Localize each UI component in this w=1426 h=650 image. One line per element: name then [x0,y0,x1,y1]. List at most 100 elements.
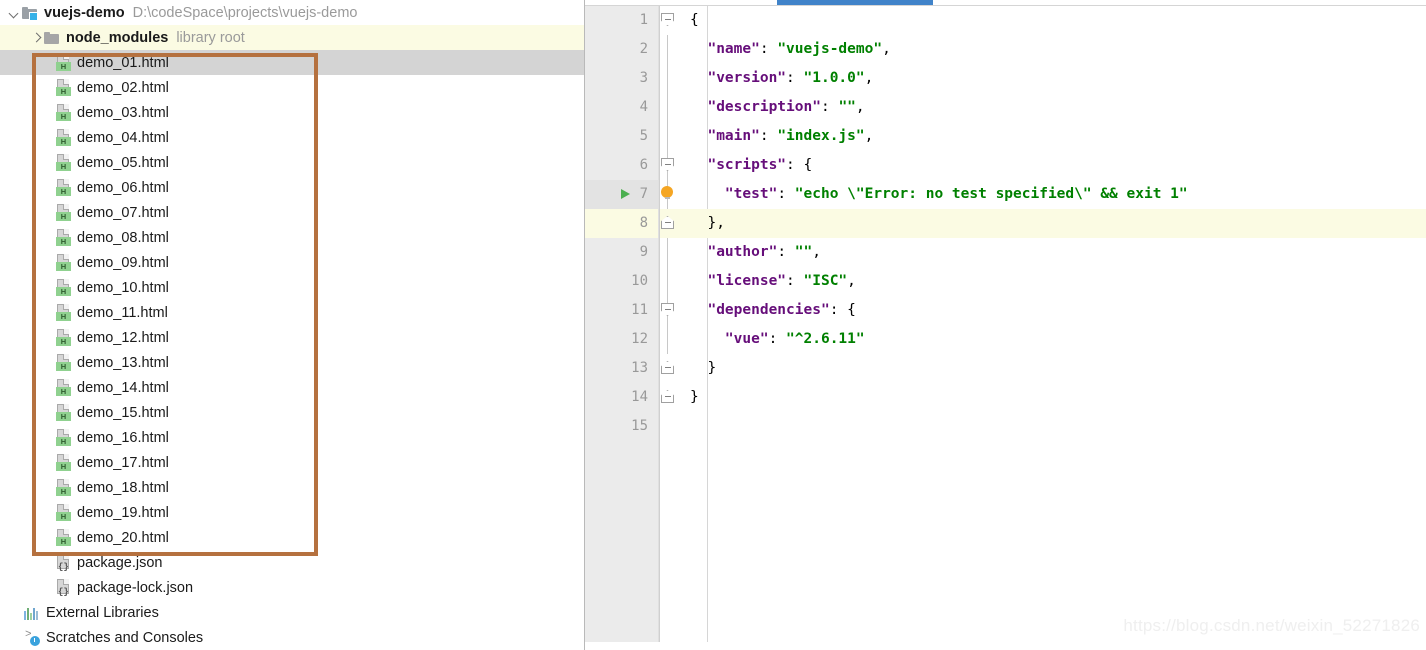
json-file-list[interactable]: {} package.json {} package-lock.json [0,550,584,600]
tree-row-file[interactable]: Hdemo_20.html [0,525,584,550]
tree-row-file[interactable]: Hdemo_11.html [0,300,584,325]
code-token: "vue" [724,331,769,347]
line-number[interactable]: 8 [585,209,658,238]
line-number[interactable]: 1 [585,6,658,35]
line-number[interactable]: 11 [585,296,658,325]
fold-marker-icon[interactable] [661,216,674,229]
tree-row-scratches[interactable]: > Scratches and Consoles [0,625,584,650]
run-arrow-icon[interactable] [621,189,630,199]
code-line[interactable]: "author": "", [676,238,1426,267]
tree-row-file[interactable]: Hdemo_15.html [0,400,584,425]
line-number-gutter[interactable]: 1 2 3 4 5 6 7 8 9 10 11 12 13 14 15 [585,6,659,650]
fold-marker-icon[interactable] [661,390,674,403]
line-number[interactable]: 3 [585,64,658,93]
fold-cell[interactable] [660,296,676,325]
code-folding-column[interactable] [659,6,676,650]
file-name-label: demo_01.html [77,54,169,71]
line-number[interactable]: 12 [585,325,658,354]
tree-row-file[interactable]: Hdemo_07.html [0,200,584,225]
code-line[interactable]: } [676,354,1426,383]
file-name-label: demo_19.html [77,504,169,521]
code-line[interactable]: { [676,6,1426,35]
project-path-label: D:\codeSpace\projects\vuejs-demo [132,4,358,21]
line-number[interactable]: 15 [585,412,658,441]
code-line[interactable]: "version": "1.0.0", [676,64,1426,93]
fold-cell[interactable] [660,238,676,267]
line-number[interactable]: 10 [585,267,658,296]
html-file-icon: H [56,379,71,396]
line-number[interactable]: 4 [585,93,658,122]
fold-cell[interactable] [660,354,676,383]
tree-row-file[interactable]: Hdemo_12.html [0,325,584,350]
chevron-down-icon[interactable] [8,6,22,20]
tree-row-file[interactable]: Hdemo_18.html [0,475,584,500]
code-token: : [786,70,804,86]
code-line[interactable]: "dependencies": { [676,296,1426,325]
fold-cell[interactable] [660,325,676,354]
fold-marker-icon[interactable] [661,158,674,171]
tree-row-file[interactable]: Hdemo_17.html [0,450,584,475]
fold-cell[interactable] [660,412,676,441]
tree-row-file[interactable]: {} package-lock.json [0,575,584,600]
code-line[interactable]: }, [676,209,1426,238]
code-area[interactable]: 1 2 3 4 5 6 7 8 9 10 11 12 13 14 15 { "name": "vuejs-d… [585,6,1426,650]
tree-row-file[interactable]: Hdemo_19.html [0,500,584,525]
fold-guide-line [667,64,668,93]
tree-row-file[interactable]: Hdemo_09.html [0,250,584,275]
line-number[interactable]: 2 [585,35,658,64]
project-tree-panel[interactable]: vuejs-demo D:\codeSpace\projects\vuejs-d… [0,0,584,650]
line-number[interactable]: 13 [585,354,658,383]
fold-cell[interactable] [660,64,676,93]
tree-row-file[interactable]: Hdemo_01.html [0,50,584,75]
code-line[interactable]: "name": "vuejs-demo", [676,35,1426,64]
fold-marker-icon[interactable] [661,303,674,316]
code-line[interactable]: "vue": "^2.6.11" [676,325,1426,354]
tree-row-file[interactable]: Hdemo_05.html [0,150,584,175]
html-file-icon: H [56,329,71,346]
tree-row-file[interactable]: Hdemo_10.html [0,275,584,300]
tree-row-file[interactable]: {} package.json [0,550,584,575]
line-number[interactable]: 5 [585,122,658,151]
tree-row-file[interactable]: Hdemo_16.html [0,425,584,450]
code-lines[interactable]: { "name": "vuejs-demo", "version": "1.0.… [661,6,1426,650]
tree-row-file[interactable]: Hdemo_02.html [0,75,584,100]
code-line[interactable]: } [676,383,1426,412]
code-line[interactable]: "scripts": { [676,151,1426,180]
code-line[interactable]: "license": "ISC", [676,267,1426,296]
fold-cell[interactable] [660,122,676,151]
fold-cell[interactable] [660,151,676,180]
code-line[interactable]: "description": "", [676,93,1426,122]
tree-row-file[interactable]: Hdemo_08.html [0,225,584,250]
tree-row-file[interactable]: Hdemo_13.html [0,350,584,375]
fold-marker-icon[interactable] [661,361,674,374]
fold-cell[interactable] [660,209,676,238]
scratches-label: Scratches and Consoles [46,629,204,646]
code-line[interactable] [676,412,1426,441]
tree-row-file[interactable]: Hdemo_03.html [0,100,584,125]
tree-row-file[interactable]: Hdemo_14.html [0,375,584,400]
fold-cell[interactable] [660,93,676,122]
line-number[interactable]: 9 [585,238,658,267]
tree-row-project-root[interactable]: vuejs-demo D:\codeSpace\projects\vuejs-d… [0,0,584,25]
fold-cell[interactable] [660,6,676,35]
tree-row-external-libraries[interactable]: External Libraries [0,600,584,625]
line-number[interactable]: 7 [585,180,658,209]
fold-cell[interactable] [660,35,676,64]
code-line[interactable]: "test": "echo \"Error: no test specified… [661,180,1426,209]
fold-cell[interactable] [660,383,676,412]
lightbulb-icon[interactable] [661,186,674,199]
chevron-right-icon[interactable] [30,31,44,45]
line-number[interactable]: 14 [585,383,658,412]
tree-row-file[interactable]: Hdemo_06.html [0,175,584,200]
fold-marker-icon[interactable] [661,13,674,26]
fold-cell[interactable] [660,267,676,296]
code-line[interactable]: "main": "index.js", [676,122,1426,151]
line-number[interactable]: 6 [585,151,658,180]
active-tab-indicator [777,0,933,5]
tree-row-node-modules[interactable]: node_modules library root [0,25,584,50]
tree-row-file[interactable]: Hdemo_04.html [0,125,584,150]
code-token: }, [690,215,725,231]
html-file-list[interactable]: Hdemo_01.html Hdemo_02.html Hdemo_03.html H… [0,50,584,550]
code-editor-panel[interactable]: 1 2 3 4 5 6 7 8 9 10 11 12 13 14 15 { "name": "vuejs-d… [584,0,1426,650]
